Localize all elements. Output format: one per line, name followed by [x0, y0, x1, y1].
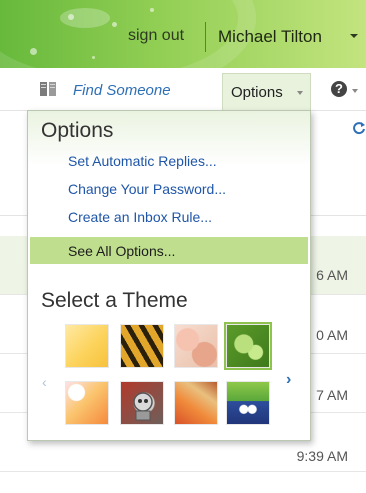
theme-thumbnail-sunrise[interactable]: [65, 381, 109, 425]
header-divider: [205, 22, 206, 52]
options-label: Options: [231, 84, 283, 101]
theme-thumbnail-autumn-leaves[interactable]: [174, 381, 218, 425]
header-banner: sign out Michael Tilton: [0, 0, 366, 68]
theme-thumbnail-green-leaf[interactable]: [224, 322, 272, 370]
message-time: 9:39 AM: [296, 448, 348, 464]
banner-decoration: [92, 56, 95, 59]
message-time: 0 AM: [316, 327, 348, 343]
find-someone-link[interactable]: Find Someone: [73, 82, 171, 99]
see-all-options-item[interactable]: See All Options...: [30, 237, 308, 264]
message-time: 7 AM: [316, 387, 348, 403]
sign-out-link[interactable]: sign out: [128, 27, 184, 45]
theme-thumbnail-blue-creature[interactable]: [226, 381, 270, 425]
theme-thumbnail-robot[interactable]: [120, 381, 164, 425]
options-dropdown: Options Set Automatic Replies... Change …: [27, 110, 311, 441]
create-inbox-rule-link[interactable]: Create an Inbox Rule...: [68, 209, 212, 225]
help-icon[interactable]: ?: [331, 81, 347, 97]
theme-next-icon[interactable]: ›: [286, 371, 291, 389]
select-theme-heading: Select a Theme: [41, 289, 188, 312]
options-menu-button[interactable]: Options: [222, 73, 311, 110]
theme-thumbnail-yellow[interactable]: [65, 324, 109, 368]
message-time: 6 AM: [316, 267, 348, 283]
robot-icon: [133, 392, 153, 421]
change-password-link[interactable]: Change Your Password...: [68, 181, 226, 197]
theme-prev-icon[interactable]: ‹: [42, 374, 47, 390]
chevron-down-icon[interactable]: [350, 34, 358, 38]
chevron-down-icon: [297, 91, 303, 95]
chevron-down-icon[interactable]: [352, 89, 358, 93]
theme-thumbnail-tiger[interactable]: [120, 324, 164, 368]
banner-decoration: [112, 22, 117, 27]
toolbar: Find Someone Options ?: [0, 68, 366, 111]
banner-decoration: [30, 48, 37, 55]
see-all-options-label: See All Options...: [68, 243, 176, 259]
set-automatic-replies-link[interactable]: Set Automatic Replies...: [68, 153, 217, 169]
options-menu-title: Options: [41, 119, 114, 142]
refresh-icon[interactable]: [352, 121, 366, 135]
user-name-button[interactable]: Michael Tilton: [218, 27, 322, 47]
banner-decoration: [150, 8, 154, 12]
theme-thumbnail-floral-pink[interactable]: [174, 324, 218, 368]
address-book-icon[interactable]: [39, 81, 57, 97]
banner-decoration: [68, 14, 74, 20]
